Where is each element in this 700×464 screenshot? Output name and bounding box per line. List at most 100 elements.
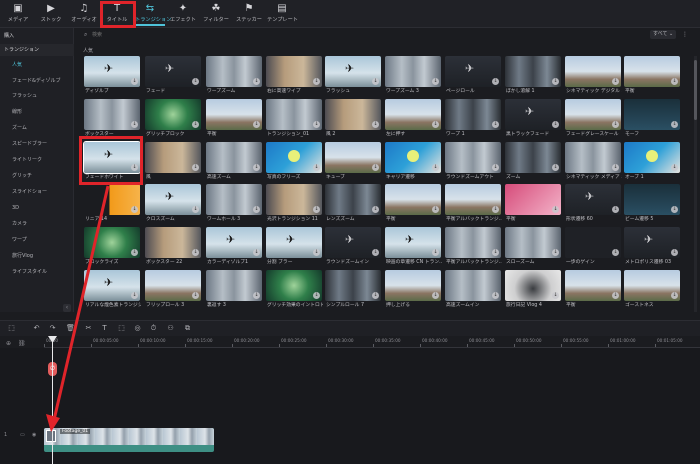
undo-icon[interactable]: ↶ (31, 323, 42, 334)
sidebar-item[interactable]: カメラ (0, 218, 74, 230)
download-icon[interactable]: ↓ (253, 206, 260, 213)
download-icon[interactable]: ↓ (192, 249, 199, 256)
transition-thumbnail[interactable]: ↓ (624, 184, 680, 215)
add-track-icon[interactable]: ⊕ (6, 340, 11, 347)
transition-thumbnail[interactable]: ↓ (505, 227, 561, 258)
transition-thumbnail[interactable]: ↓ (445, 270, 501, 301)
transition-card[interactable]: ↓ トランジション_01 (266, 99, 322, 139)
sidebar-item[interactable]: 購入 (0, 30, 74, 42)
transition-card[interactable]: ↓ オーブ 1 (624, 142, 680, 182)
delete-icon[interactable]: 🗑 (65, 323, 76, 334)
download-icon[interactable]: ↓ (492, 249, 499, 256)
filter-dropdown[interactable]: すべて ⌄ (650, 30, 676, 39)
detach-icon[interactable]: ⧉ (182, 323, 193, 334)
transition-card[interactable]: ↓ 平衡 (505, 184, 561, 224)
download-icon[interactable]: ↓ (612, 206, 619, 213)
transition-thumbnail[interactable]: ↓ (266, 270, 322, 301)
download-icon[interactable]: ↓ (253, 164, 260, 171)
transition-card[interactable]: ↓ 押し上げる (385, 270, 441, 310)
download-icon[interactable]: ↓ (372, 249, 379, 256)
transition-card[interactable]: ↓ キャリア遷移 (385, 142, 441, 182)
transition-thumbnail[interactable]: ↓ (505, 270, 561, 301)
transition-card[interactable]: ↓ キューブ (325, 142, 381, 182)
download-icon[interactable]: ↓ (612, 78, 619, 85)
transition-card[interactable]: ↓ レンズズーム (325, 184, 381, 224)
download-icon[interactable]: ↓ (313, 121, 320, 128)
download-icon[interactable]: ↓ (253, 78, 260, 85)
transition-thumbnail[interactable]: ✈ ↓ (445, 56, 501, 87)
transition-card[interactable]: ↓ 裏返す 3 (206, 270, 262, 310)
tab-filter[interactable]: ☘ フィルター (201, 2, 231, 26)
download-icon[interactable]: ↓ (552, 292, 559, 299)
download-icon[interactable]: ↓ (671, 249, 678, 256)
transition-card[interactable]: ↓ 一歩のゲイン (565, 227, 621, 267)
speed-icon[interactable]: ⏱ (148, 323, 159, 334)
download-icon[interactable]: ↓ (492, 206, 499, 213)
transition-thumbnail[interactable]: ↓ (266, 99, 322, 130)
download-icon[interactable]: ↓ (313, 292, 320, 299)
transition-thumbnail[interactable]: ↓ (206, 99, 262, 130)
transition-thumbnail[interactable]: ✈ ↓ (266, 227, 322, 258)
transition-card[interactable]: ↓ ワープ 1 (445, 99, 501, 139)
transition-thumbnail[interactable]: ↓ (206, 142, 262, 173)
download-icon[interactable]: ↓ (432, 292, 439, 299)
download-icon[interactable]: ↓ (492, 121, 499, 128)
transition-thumbnail[interactable]: ↓ (84, 184, 140, 215)
transition-thumbnail[interactable]: ↓ (624, 99, 680, 130)
transition-thumbnail[interactable]: ↓ (145, 270, 201, 301)
lock-icon[interactable]: ▭ (20, 432, 25, 438)
download-icon[interactable]: ↓ (612, 249, 619, 256)
transition-thumbnail[interactable]: ↓ (206, 184, 262, 215)
download-icon[interactable]: ↓ (372, 164, 379, 171)
transition-card[interactable]: ✈ ↓ 分割 ブラー (266, 227, 322, 267)
transition-card[interactable]: ✈ ↓ ページロール (445, 56, 501, 96)
sidebar-item[interactable]: グリッチ (0, 170, 74, 182)
transition-card[interactable]: ↓ グリッチブロック (145, 99, 201, 139)
sidebar-item[interactable]: 旅行Vlog (0, 250, 74, 262)
transition-thumbnail[interactable]: ↓ (565, 142, 621, 173)
video-clip[interactable]: Footage_01 (44, 428, 214, 452)
mask-icon[interactable]: ⚇ (165, 323, 176, 334)
transition-card[interactable]: ↓ ワームホール 3 (206, 184, 262, 224)
search-input[interactable] (92, 30, 292, 40)
transition-card[interactable]: ↓ 平衡アルバックトランジ... (445, 227, 502, 267)
transition-card[interactable]: ↓ ぼかし溶解 1 (505, 56, 561, 96)
transition-card[interactable]: ↓ 写真のフリーズ (266, 142, 322, 182)
sidebar-item[interactable]: フラッシュ (0, 90, 74, 102)
download-icon[interactable]: ↓ (253, 121, 260, 128)
transition-card[interactable]: ↓ 平衡アルバックトランジ... (445, 184, 502, 224)
transition-thumbnail[interactable]: ↓ (385, 270, 441, 301)
download-icon[interactable]: ↓ (192, 292, 199, 299)
transition-thumbnail[interactable]: ↓ (624, 270, 680, 301)
transition-thumbnail[interactable]: ↓ (565, 270, 621, 301)
download-icon[interactable]: ↓ (372, 78, 379, 85)
transition-thumbnail[interactable]: ↓ (385, 99, 441, 130)
transition-thumbnail[interactable]: ✈ ↓ (84, 270, 140, 301)
download-icon[interactable]: ↓ (313, 206, 320, 213)
transition-card[interactable]: ↓ モーフ (624, 99, 680, 139)
download-icon[interactable]: ↓ (192, 121, 199, 128)
transition-card[interactable]: ↓ ボックスター 22 (145, 227, 201, 267)
transition-card[interactable]: ✈ ↓ フェード (145, 56, 201, 96)
download-icon[interactable]: ↓ (492, 292, 499, 299)
sidebar-item[interactable]: 線形 (0, 106, 74, 118)
transition-thumbnail[interactable]: ↓ (385, 142, 441, 173)
transition-thumbnail[interactable]: ✈ ↓ (325, 227, 381, 258)
transition-thumbnail[interactable]: ↓ (385, 56, 441, 87)
download-icon[interactable]: ↓ (671, 292, 678, 299)
transition-card[interactable]: ✈ ↓ フェードホワイト (83, 141, 141, 182)
sidebar-item[interactable]: 人気 (0, 59, 74, 71)
transition-card[interactable]: ↓ 平衡 (385, 184, 441, 224)
transition-thumbnail[interactable]: ✈ ↓ (565, 184, 621, 215)
download-icon[interactable]: ↓ (552, 206, 559, 213)
transition-card[interactable]: ↓ フェードグレースケール (565, 99, 621, 139)
download-icon[interactable]: ↓ (671, 121, 678, 128)
transition-card[interactable]: ↓ 平衡 (565, 270, 621, 310)
transition-card[interactable]: ↓ ボックスター (84, 99, 140, 139)
transition-thumbnail[interactable]: ✈ ↓ (84, 56, 140, 87)
transition-thumbnail[interactable]: ↓ (145, 142, 201, 173)
download-icon[interactable]: ↓ (552, 78, 559, 85)
playhead-line[interactable] (52, 336, 53, 464)
tab-title[interactable]: T タイトル (102, 2, 132, 26)
tab-effect[interactable]: ✦ エフェクト (168, 2, 198, 26)
